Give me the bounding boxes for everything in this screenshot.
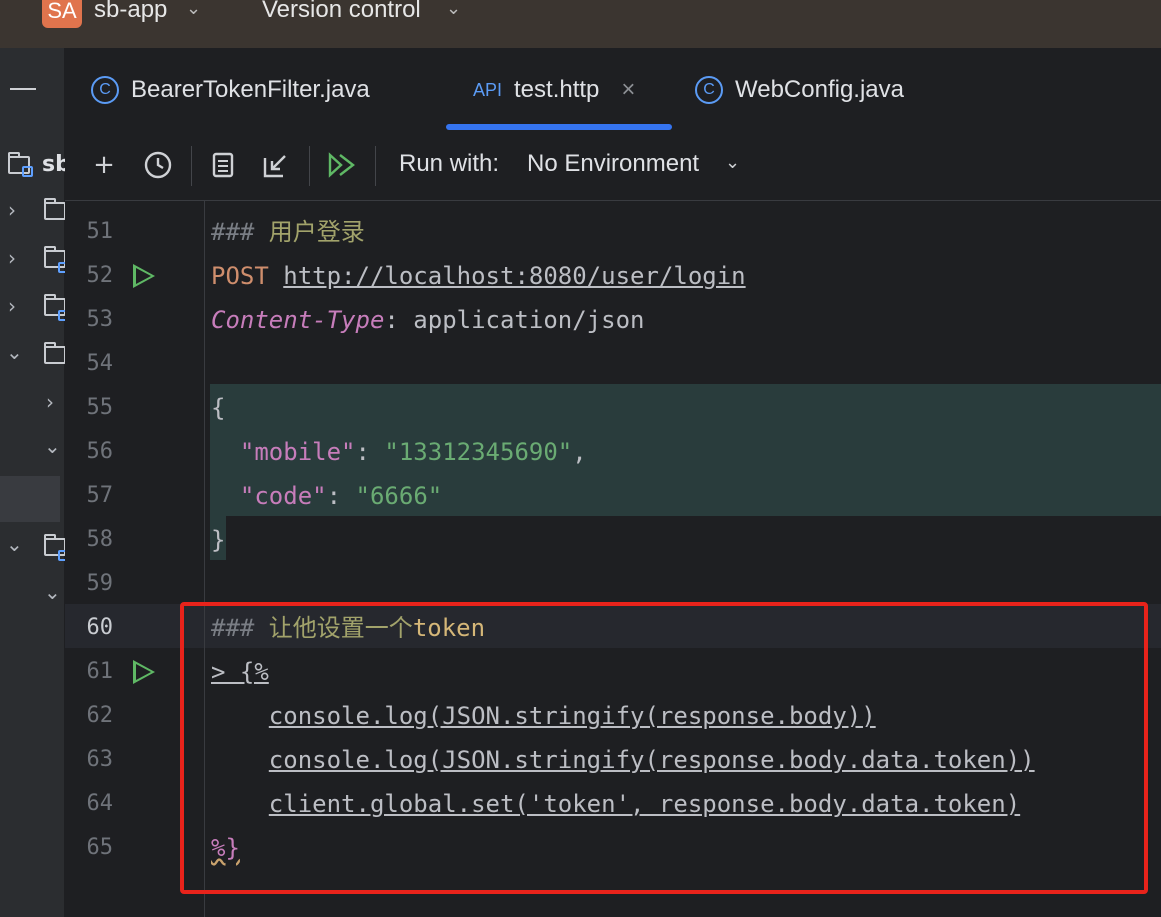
class-icon: C bbox=[695, 76, 723, 104]
comment-text: 用户登录 bbox=[254, 218, 365, 246]
folder-icon bbox=[44, 198, 66, 220]
code-line[interactable]: 59 bbox=[65, 562, 1161, 606]
comment-hash: ### bbox=[211, 218, 255, 246]
run-all-icon[interactable] bbox=[325, 148, 359, 182]
history-icon[interactable] bbox=[141, 148, 175, 182]
tree-item[interactable]: ⌄ bbox=[0, 428, 64, 472]
line-number: 63 bbox=[86, 747, 114, 772]
chevron-down-icon[interactable]: ⌄ bbox=[6, 340, 23, 364]
tree-item[interactable]: › bbox=[0, 286, 69, 330]
request-url[interactable]: http://localhost:8080/user/login bbox=[283, 262, 745, 290]
tree-item[interactable]: › bbox=[0, 382, 64, 426]
class-icon: C bbox=[91, 76, 119, 104]
code-line[interactable]: 52 POST http://localhost:8080/user/login bbox=[65, 254, 1161, 298]
code-line[interactable]: 53 Content-Type: application/json bbox=[65, 298, 1161, 342]
http-toolbar: + Run with: No Environment ⌄ bbox=[65, 132, 1161, 201]
line-number: 61 bbox=[86, 659, 114, 684]
line-number: 57 bbox=[86, 483, 114, 508]
tab-test-http[interactable]: API test.http × bbox=[473, 48, 635, 132]
chevron-down-icon[interactable]: ⌄ bbox=[44, 434, 61, 458]
close-icon[interactable]: × bbox=[621, 76, 635, 104]
tree-item[interactable]: ⌄ bbox=[0, 574, 64, 618]
tree-item[interactable]: › bbox=[0, 238, 69, 282]
active-tab-indicator bbox=[446, 124, 672, 130]
code-line[interactable]: 56 "mobile": "13312345690", bbox=[65, 430, 1161, 474]
chevron-down-icon[interactable]: ⌄ bbox=[44, 580, 61, 604]
tree-item[interactable]: › bbox=[0, 190, 66, 234]
json-sep: : bbox=[326, 482, 356, 510]
line-number: 60 bbox=[86, 615, 114, 640]
tab-label: test.http bbox=[514, 76, 600, 103]
run-with-label: Run with: bbox=[399, 150, 500, 177]
selected-tree-row[interactable] bbox=[0, 476, 60, 522]
tab-webconfig[interactable]: C WebConfig.java bbox=[695, 48, 904, 132]
json-value: "6666" bbox=[355, 482, 443, 510]
collapse-panel-icon[interactable] bbox=[10, 88, 36, 90]
environment-select[interactable]: No Environment bbox=[527, 150, 699, 178]
line-number: 56 bbox=[86, 439, 114, 464]
chevron-down-icon[interactable]: ⌄ bbox=[725, 152, 740, 173]
json-comma: , bbox=[572, 438, 587, 466]
editor-tabs: C BearerTokenFilter.java API test.http ×… bbox=[65, 48, 1161, 133]
code-line[interactable]: 51 ### 用户登录 bbox=[65, 210, 1161, 254]
json-key: "code" bbox=[239, 482, 327, 510]
code-line[interactable]: 54 bbox=[65, 342, 1161, 386]
header-name: Content-Type bbox=[211, 306, 385, 334]
chevron-down-icon[interactable]: ⌄ bbox=[446, 0, 461, 19]
code-line[interactable]: 57 "code": "6666" bbox=[65, 474, 1161, 518]
toolbar-separator bbox=[375, 146, 376, 186]
tab-bearertokenfilter[interactable]: C BearerTokenFilter.java bbox=[91, 48, 370, 132]
project-name[interactable]: sb-app bbox=[94, 0, 167, 24]
code-text: { bbox=[211, 394, 226, 422]
add-request-icon[interactable]: + bbox=[87, 148, 121, 182]
line-number: 54 bbox=[86, 351, 114, 376]
run-request-icon[interactable] bbox=[133, 660, 155, 684]
tab-label: BearerTokenFilter.java bbox=[131, 76, 370, 103]
code-text: } bbox=[211, 526, 226, 554]
line-number: 59 bbox=[86, 571, 114, 596]
chevron-right-icon[interactable]: › bbox=[8, 246, 16, 270]
http-method: POST bbox=[211, 262, 269, 290]
folder-icon bbox=[44, 342, 66, 364]
tab-label: WebConfig.java bbox=[735, 76, 904, 103]
header-value: : application/json bbox=[384, 306, 645, 334]
toolbar-separator bbox=[309, 146, 310, 186]
json-value: "13312345690" bbox=[384, 438, 573, 466]
json-sep: : bbox=[355, 438, 385, 466]
tree-item[interactable]: ⌄ bbox=[0, 334, 66, 378]
chevron-right-icon[interactable]: › bbox=[8, 294, 16, 318]
code-line[interactable]: 58 } bbox=[65, 518, 1161, 562]
examples-icon[interactable] bbox=[207, 148, 241, 182]
chevron-right-icon[interactable]: › bbox=[8, 198, 16, 222]
json-key: "mobile" bbox=[239, 438, 356, 466]
module-icon bbox=[22, 166, 33, 177]
chevron-down-icon[interactable]: ⌄ bbox=[6, 532, 23, 556]
line-number: 52 bbox=[86, 263, 114, 288]
annotation-highlight-box bbox=[180, 602, 1148, 894]
line-number: 51 bbox=[86, 219, 114, 244]
version-control-menu[interactable]: Version control bbox=[262, 0, 421, 24]
line-number: 62 bbox=[86, 703, 114, 728]
project-badge[interactable]: SA bbox=[42, 0, 82, 28]
toolbar-separator bbox=[191, 146, 192, 186]
chevron-down-icon[interactable]: ⌄ bbox=[186, 0, 201, 19]
line-number: 64 bbox=[86, 791, 114, 816]
line-number: 65 bbox=[86, 835, 114, 860]
run-request-icon[interactable] bbox=[133, 264, 155, 288]
chevron-right-icon[interactable]: › bbox=[46, 390, 54, 414]
api-icon: API bbox=[473, 79, 503, 100]
code-line[interactable]: 55 { bbox=[65, 386, 1161, 430]
line-number: 58 bbox=[86, 527, 114, 552]
title-bar: SA sb-app ⌄ Version control ⌄ bbox=[0, 0, 1161, 48]
tree-item[interactable]: ⌄ bbox=[0, 526, 69, 570]
import-icon[interactable] bbox=[259, 148, 293, 182]
line-number: 53 bbox=[86, 307, 114, 332]
line-number: 55 bbox=[86, 395, 114, 420]
